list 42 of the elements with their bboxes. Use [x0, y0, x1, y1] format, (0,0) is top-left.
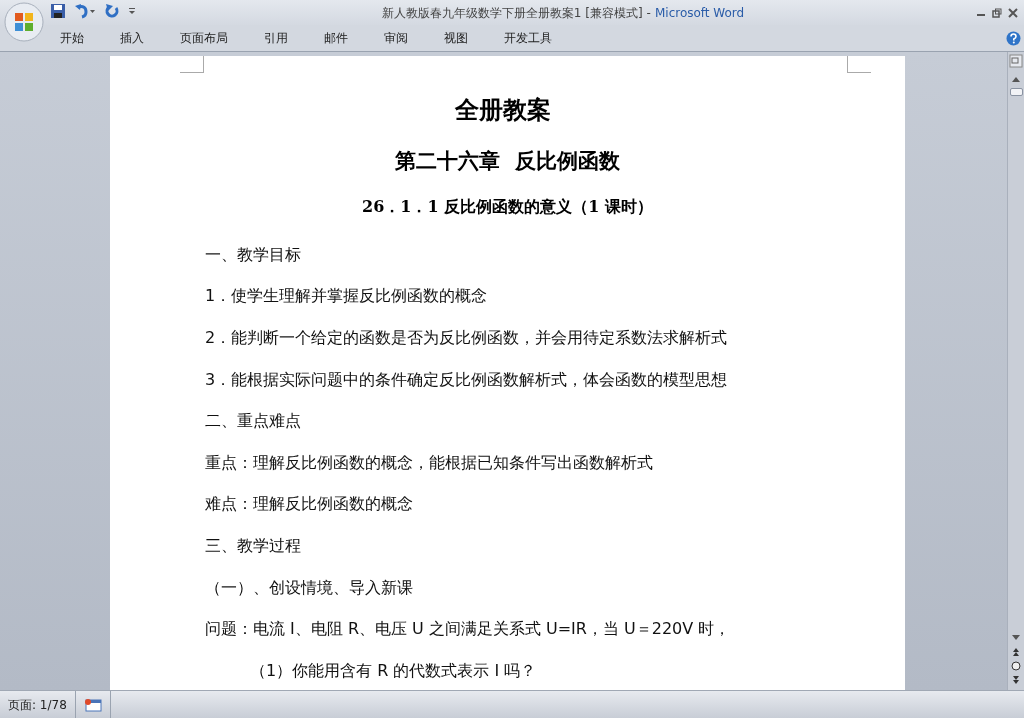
- paragraph: 二、重点难点: [205, 410, 301, 433]
- paragraph: 问题：电流 I、电阻 R、电压 U 之间满足关系式 U=IR，当 U＝220V 时，: [205, 618, 731, 641]
- ribbon-tab[interactable]: 视图: [432, 27, 480, 49]
- paragraph: 三、教学过程: [205, 534, 301, 557]
- previous-page-icon[interactable]: [1010, 646, 1022, 658]
- crop-mark: [180, 56, 204, 73]
- ribbon-tab[interactable]: 插入: [108, 27, 156, 49]
- close-icon[interactable]: [1008, 7, 1018, 18]
- heading: 26．1．1 反比例函数的意义（1 课时）: [362, 196, 653, 218]
- heading: 第二十六章 反比例函数: [395, 148, 620, 176]
- title-separator: -: [646, 4, 651, 22]
- paragraph: 难点：理解反比例函数的概念: [205, 493, 413, 516]
- paragraph: 重点：理解反比例函数的概念，能根据已知条件写出函数解析式: [205, 451, 653, 474]
- page-count[interactable]: 页面: 1/78: [0, 691, 76, 718]
- restore-icon[interactable]: [992, 7, 1002, 18]
- document-check-icon[interactable]: [83, 697, 102, 712]
- save-icon[interactable]: [50, 3, 66, 19]
- app-name: Microsoft Word: [654, 4, 745, 22]
- crop-mark: [847, 56, 871, 73]
- paragraph: （1）你能用含有 R 的代数式表示 I 吗？: [250, 659, 537, 682]
- next-page-icon[interactable]: [1010, 674, 1022, 686]
- ruler-toggle-icon[interactable]: [1009, 54, 1023, 68]
- window-title: 新人教版春九年级数学下册全册教案1 [兼容模式]: [381, 4, 643, 22]
- paragraph: 1．使学生理解并掌握反比例函数的概念: [205, 285, 488, 308]
- browse-object-icon[interactable]: [1010, 660, 1022, 672]
- ribbon-tab[interactable]: 开发工具: [492, 27, 564, 49]
- ribbon-tab[interactable]: 审阅: [372, 27, 420, 49]
- redo-icon[interactable]: [104, 3, 120, 19]
- help-icon[interactable]: [1006, 30, 1021, 46]
- customize-toolbar-icon[interactable]: [128, 6, 136, 16]
- ribbon-tab[interactable]: 邮件: [312, 27, 360, 49]
- paragraph: 3．能根据实际问题中的条件确定反比例函数解析式，体会函数的模型思想: [205, 368, 728, 391]
- ribbon-tab[interactable]: 页面布局: [168, 27, 240, 49]
- ribbon-tab[interactable]: 开始: [48, 27, 96, 49]
- scroll-down-icon[interactable]: [1010, 632, 1022, 642]
- scrollbar-thumb[interactable]: [1009, 88, 1023, 96]
- paragraph: （一）、创设情境、导入新课: [205, 576, 413, 599]
- paragraph: 一、教学目标: [205, 243, 301, 266]
- paragraph: 2．能判断一个给定的函数是否为反比例函数，并会用待定系数法求解析式: [205, 327, 728, 349]
- undo-icon[interactable]: [74, 3, 96, 19]
- ribbon-tab[interactable]: 引用: [252, 27, 300, 49]
- document-title: 全册教案: [455, 95, 553, 126]
